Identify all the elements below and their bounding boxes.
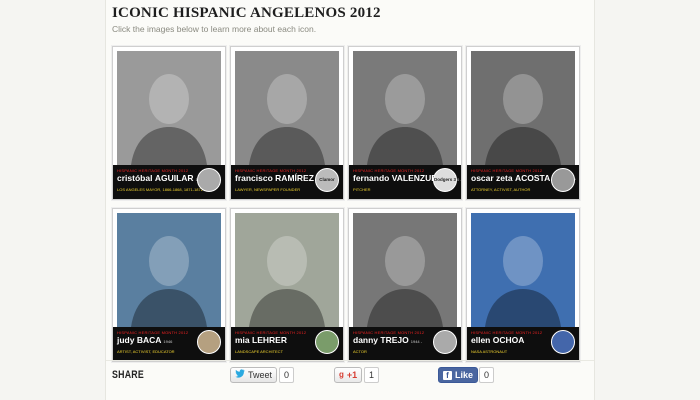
first-name: francisco	[235, 173, 273, 183]
gplus-label: +1	[346, 370, 358, 380]
life-years: 1946	[163, 339, 173, 344]
page-title: ICONIC HISPANIC ANGELENOS 2012	[112, 5, 381, 21]
icon-role: LOS ANGELES MAYOR, 1866-1868, 1871-1872	[117, 187, 203, 192]
facebook-like-button[interactable]: f Like	[438, 367, 479, 383]
icon-card[interactable]: HISPANIC HERITAGE MONTH 2012 mia LEHRER LA…	[230, 208, 344, 362]
first-name: fernando	[353, 173, 390, 183]
last-name: ACOSTA	[514, 173, 551, 183]
life-years: 1944 -	[410, 339, 423, 344]
first-name: mia	[235, 335, 250, 345]
icon-role: LAWYER, NEWSPAPER FOUNDER	[235, 187, 301, 192]
badge-icon	[315, 330, 339, 354]
icon-card[interactable]: HISPANIC HERITAGE MONTH 2012 danny TREJO 1…	[348, 208, 462, 362]
last-name: AGUILAR	[154, 173, 194, 183]
badge-icon	[197, 330, 221, 354]
share-label: SHARE	[112, 369, 145, 381]
last-name: LEHRER	[252, 335, 287, 345]
badge-icon	[197, 168, 221, 192]
icon-card[interactable]: HISPANIC HERITAGE MONTH 2012 oscar zeta A…	[466, 46, 580, 200]
portrait-image[interactable]	[235, 213, 339, 327]
badge-icon	[433, 330, 457, 354]
fb-like-label: Like	[455, 370, 474, 380]
first-name: ellen	[471, 335, 491, 345]
portrait-image[interactable]	[353, 213, 457, 327]
icon-card[interactable]: HISPANIC HERITAGE MONTH 2012 ellen OCHOA N…	[466, 208, 580, 362]
portrait-image[interactable]	[117, 51, 221, 165]
fb-like-count: 0	[479, 367, 495, 383]
icon-card[interactable]: HISPANIC HERITAGE MONTH 2012 fernando VAL…	[348, 46, 462, 200]
last-name: TREJO	[380, 335, 409, 345]
icon-name: danny TREJO 1944 -	[353, 335, 422, 345]
badge-icon: Dodgers 34	[433, 168, 457, 192]
badge-icon	[551, 330, 575, 354]
google-plus-icon: g	[339, 370, 344, 379]
first-name: danny	[353, 335, 379, 345]
icon-card[interactable]: HISPANIC HERITAGE MONTH 2012 francisco RA…	[230, 46, 344, 200]
first-name: judy	[117, 335, 135, 345]
icon-name: ellen OCHOA	[471, 335, 526, 345]
portrait-image[interactable]	[471, 51, 575, 165]
twitter-bird-icon	[235, 368, 245, 382]
portrait-image[interactable]	[471, 213, 575, 327]
icon-role: LANDSCAPE ARCHITECT	[235, 349, 284, 354]
icon-role: PITCHER	[353, 187, 371, 192]
tweet-button[interactable]: Tweet	[230, 367, 278, 383]
icon-name: mia LEHRER	[235, 335, 289, 345]
badge-text: Dodgers 34	[434, 177, 456, 182]
badge-icon	[551, 168, 575, 192]
last-name: RAMÍREZ	[275, 173, 314, 183]
portrait-image[interactable]	[235, 51, 339, 165]
page-subtitle: Click the images below to learn more abo…	[112, 24, 317, 34]
tweet-count: 0	[279, 367, 295, 383]
first-name: oscar zeta	[471, 173, 513, 183]
icon-card[interactable]: HISPANIC HERITAGE MONTH 2012 judy BACA 194…	[112, 208, 226, 362]
facebook-icon: f	[443, 370, 452, 380]
gplus-count: 1	[364, 367, 380, 383]
badge-text: Clamor	[319, 177, 335, 182]
first-name: cristóbal	[117, 173, 153, 183]
icon-role: NASA ASTRONAUT	[471, 349, 508, 354]
share-bar: SHARE Tweet 0 g +1 1 f Like 0	[106, 360, 594, 391]
google-plus-button[interactable]: g +1	[334, 367, 363, 383]
icon-role: ATTORNEY, ACTIVIST, AUTHOR	[471, 187, 531, 192]
icon-role: ACTOR	[353, 349, 367, 354]
icon-name: judy BACA 1946	[117, 335, 172, 345]
page-container: ICONIC HISPANIC ANGELENOS 2012 Click the…	[105, 0, 595, 400]
icon-role: ARTIST, ACTIVIST, EDUCATOR	[117, 349, 175, 354]
badge-icon: Clamor	[315, 168, 339, 192]
icon-card[interactable]: HISPANIC HERITAGE MONTH 2012 cristóbal AG…	[112, 46, 226, 200]
last-name: BACA	[136, 335, 162, 345]
last-name: OCHOA	[492, 335, 525, 345]
portrait-image[interactable]	[117, 213, 221, 327]
portrait-image[interactable]	[353, 51, 457, 165]
tweet-label: Tweet	[248, 370, 273, 380]
